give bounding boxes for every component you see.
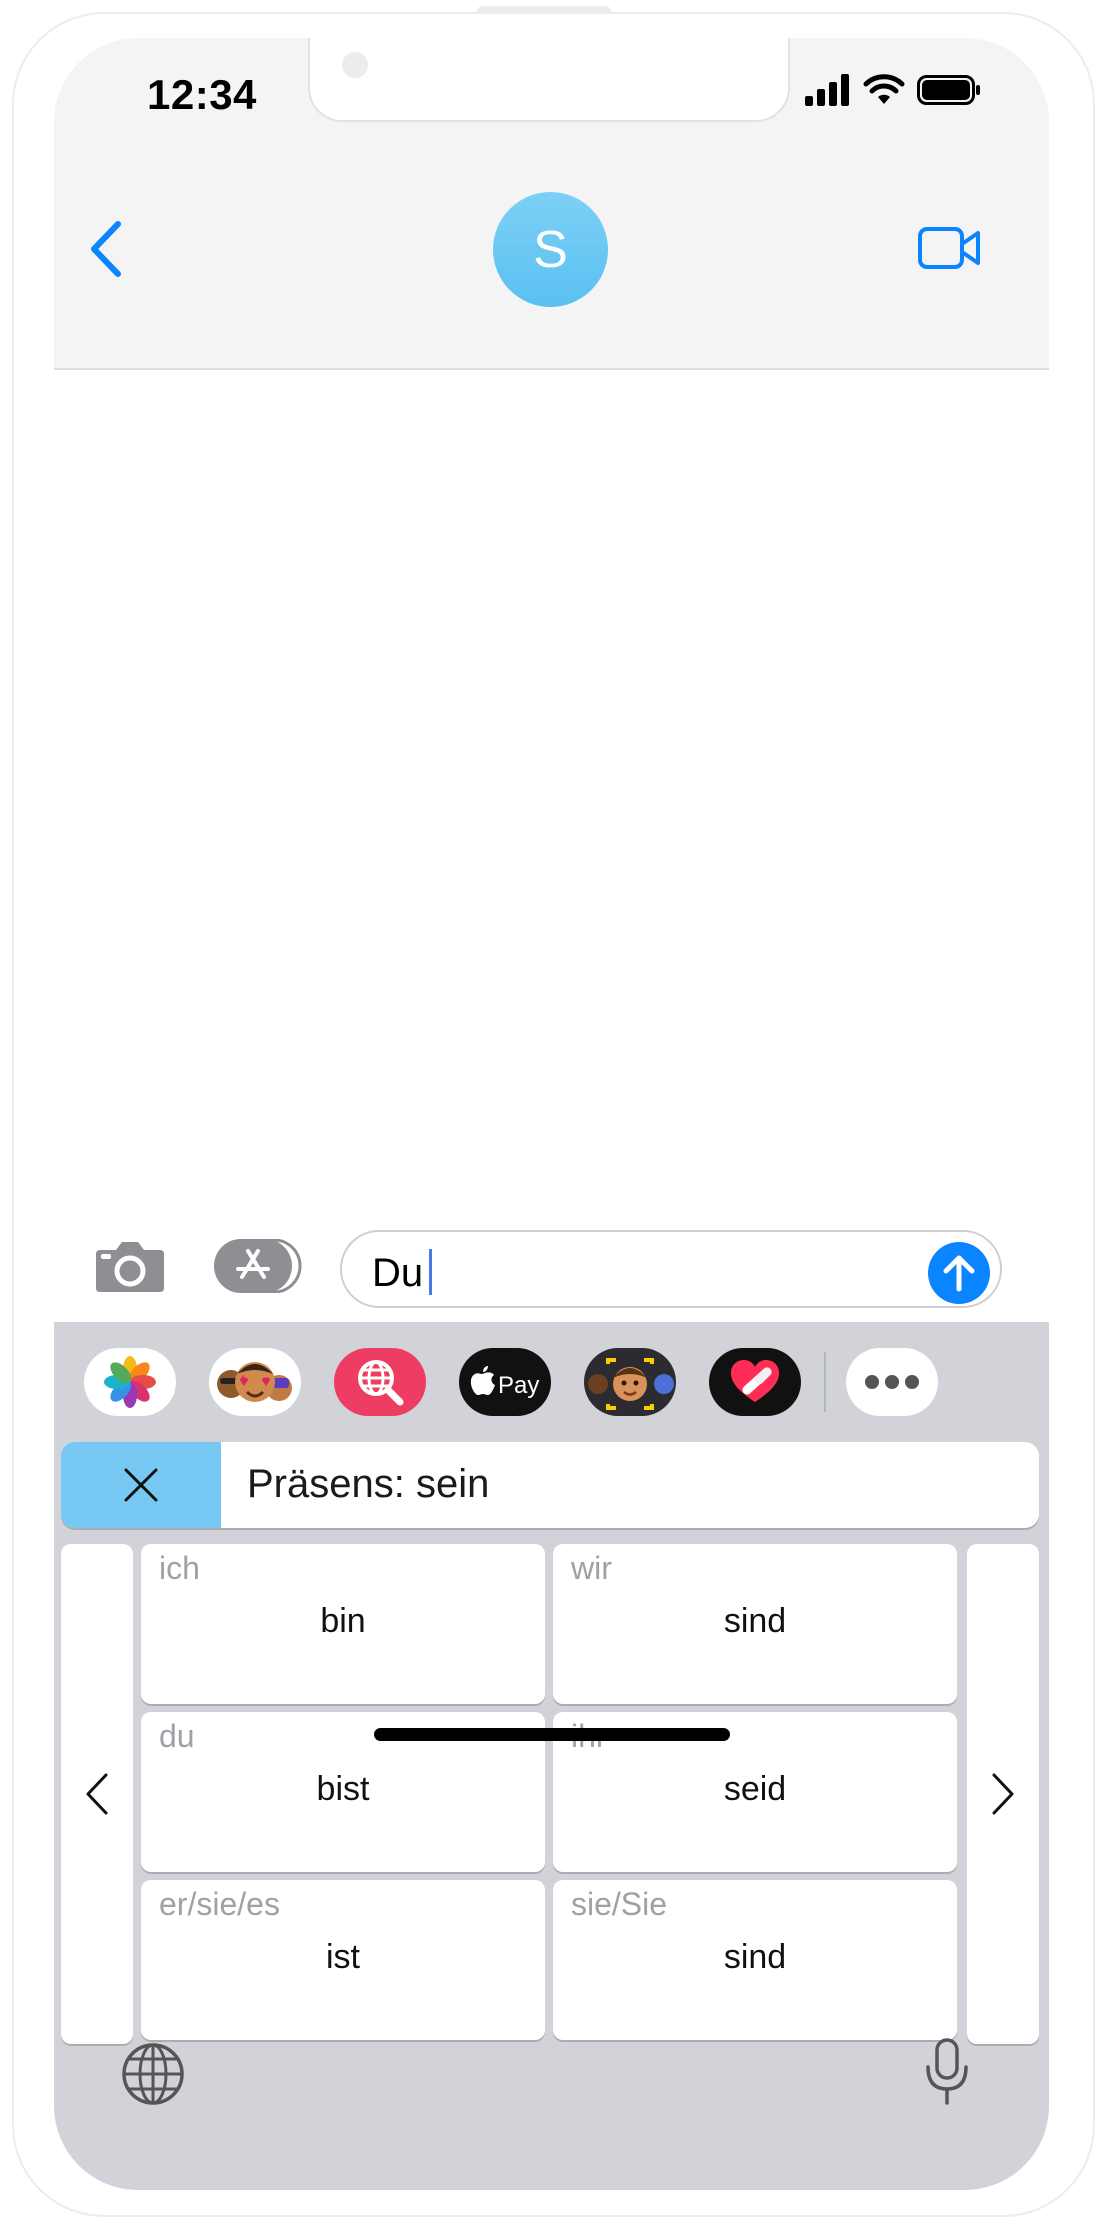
globe-icon[interactable] [120,2041,186,2107]
svg-text:Pay: Pay [498,1372,539,1399]
photos-app-button[interactable] [84,1348,176,1416]
contact-initial: S [533,220,568,279]
digital-touch-icon [731,1360,779,1402]
composer-bar: Du [54,1218,1049,1322]
imessage-app-drawer: Pay [54,1322,1049,1442]
microphone-icon[interactable] [924,2037,970,2107]
verb-form: bist [316,1770,370,1808]
send-button[interactable] [928,1242,990,1304]
text-cursor [429,1249,433,1295]
back-chevron-icon[interactable] [84,218,130,280]
pronoun-label: wir [571,1550,612,1586]
photos-icon [104,1356,156,1408]
conjugation-cell-ich[interactable]: ich bin [141,1544,545,1704]
globe-search-icon [358,1360,404,1406]
conversation-header: S [54,133,1049,370]
conjugation-cell-er-sie-es[interactable]: er/sie/es ist [141,1880,545,2040]
camera-notch [308,38,790,122]
verb-form: seid [723,1770,787,1808]
conjugation-keyboard: Präsens: sein ich bin wir sind du bist i… [54,1442,1049,2190]
next-verb-button[interactable] [967,1544,1039,2044]
pronoun-label: ich [159,1550,200,1586]
close-icon [124,1468,158,1502]
contact-avatar[interactable]: S [493,192,608,307]
keyboard-close-button[interactable] [61,1442,221,1528]
conjugation-cell-sie-plural[interactable]: sie/Sie sind [553,1880,957,2040]
verb-form: ist [326,1938,360,1976]
home-indicator[interactable] [374,1728,730,1741]
app-drawer-separator [824,1352,826,1412]
facetime-video-icon[interactable] [918,225,982,271]
keyboard-header: Präsens: sein [61,1442,1039,1528]
phone-screen: 12:34 S Du Pay Präsens: sein ich bin wir… [54,38,1049,2190]
digital-touch-app-button[interactable] [709,1348,801,1416]
apple-pay-icon: Pay [470,1366,539,1399]
message-text-value: Du [372,1249,433,1296]
more-apps-button[interactable] [846,1348,938,1416]
app-store-icon[interactable] [214,1239,302,1293]
conjugation-cell-wir[interactable]: wir sind [553,1544,957,1704]
animoji-icon [588,1358,674,1410]
pronoun-label: du [159,1718,195,1754]
pronoun-label: sie/Sie [571,1886,668,1922]
front-camera-dot [342,52,368,78]
chevron-left-icon [86,1773,108,1815]
web-search-app-button[interactable] [334,1348,426,1416]
camera-icon[interactable] [94,1238,166,1294]
verb-form: sind [723,1602,787,1640]
send-arrow-icon [943,1255,975,1292]
status-time: 12:34 [147,71,257,118]
message-list [54,370,1049,1218]
chevron-right-icon [992,1773,1014,1815]
battery-icon [917,75,980,105]
more-icon [865,1375,919,1389]
cellular-signal-icon [805,74,849,106]
verb-form: bin [320,1602,366,1640]
pronoun-label: er/sie/es [159,1886,280,1922]
keyboard-title: Präsens: sein [247,1462,490,1506]
memoji-stickers-icon [217,1362,292,1402]
animoji-app-button[interactable] [584,1348,676,1416]
wifi-icon [863,74,905,104]
memoji-stickers-app-button[interactable] [209,1348,301,1416]
message-text-field[interactable]: Du [340,1230,1002,1308]
previous-verb-button[interactable] [61,1544,133,2044]
apple-pay-app-button[interactable]: Pay [459,1348,551,1416]
verb-form: sind [723,1938,787,1976]
status-bar: 12:34 [54,38,1049,133]
status-icons [805,74,981,106]
